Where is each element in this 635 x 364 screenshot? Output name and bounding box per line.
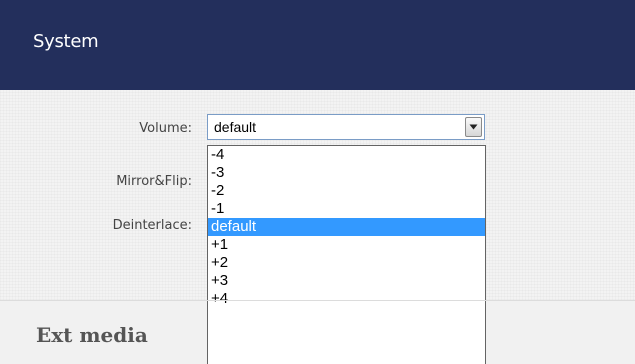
volume-options-list[interactable]: -4 -3 -2 -1 default +1 +2 +3 +4 xyxy=(207,145,486,364)
dropdown-arrow-button[interactable] xyxy=(465,117,482,137)
deinterlace-label: Deinterlace: xyxy=(112,218,192,233)
page-title: System xyxy=(33,31,99,52)
volume-select[interactable]: default xyxy=(207,114,485,140)
page-header: System xyxy=(0,0,635,90)
volume-option[interactable]: -1 xyxy=(208,200,485,218)
volume-option[interactable]: default xyxy=(208,218,485,236)
volume-option[interactable]: +1 xyxy=(208,236,485,254)
volume-option[interactable]: +2 xyxy=(208,254,485,272)
mirror-flip-label: Mirror&Flip: xyxy=(116,174,192,189)
volume-option[interactable]: +3 xyxy=(208,272,485,290)
volume-option[interactable]: +4 xyxy=(208,290,485,308)
triangle-down-icon xyxy=(469,124,478,130)
ext-media-section-title: Ext media xyxy=(36,323,148,347)
volume-option[interactable]: -3 xyxy=(208,164,485,182)
volume-option[interactable]: -2 xyxy=(208,182,485,200)
volume-select-value: default xyxy=(214,119,257,135)
section-divider xyxy=(0,300,635,301)
volume-label: Volume: xyxy=(139,121,192,136)
volume-option[interactable]: -4 xyxy=(208,146,485,164)
